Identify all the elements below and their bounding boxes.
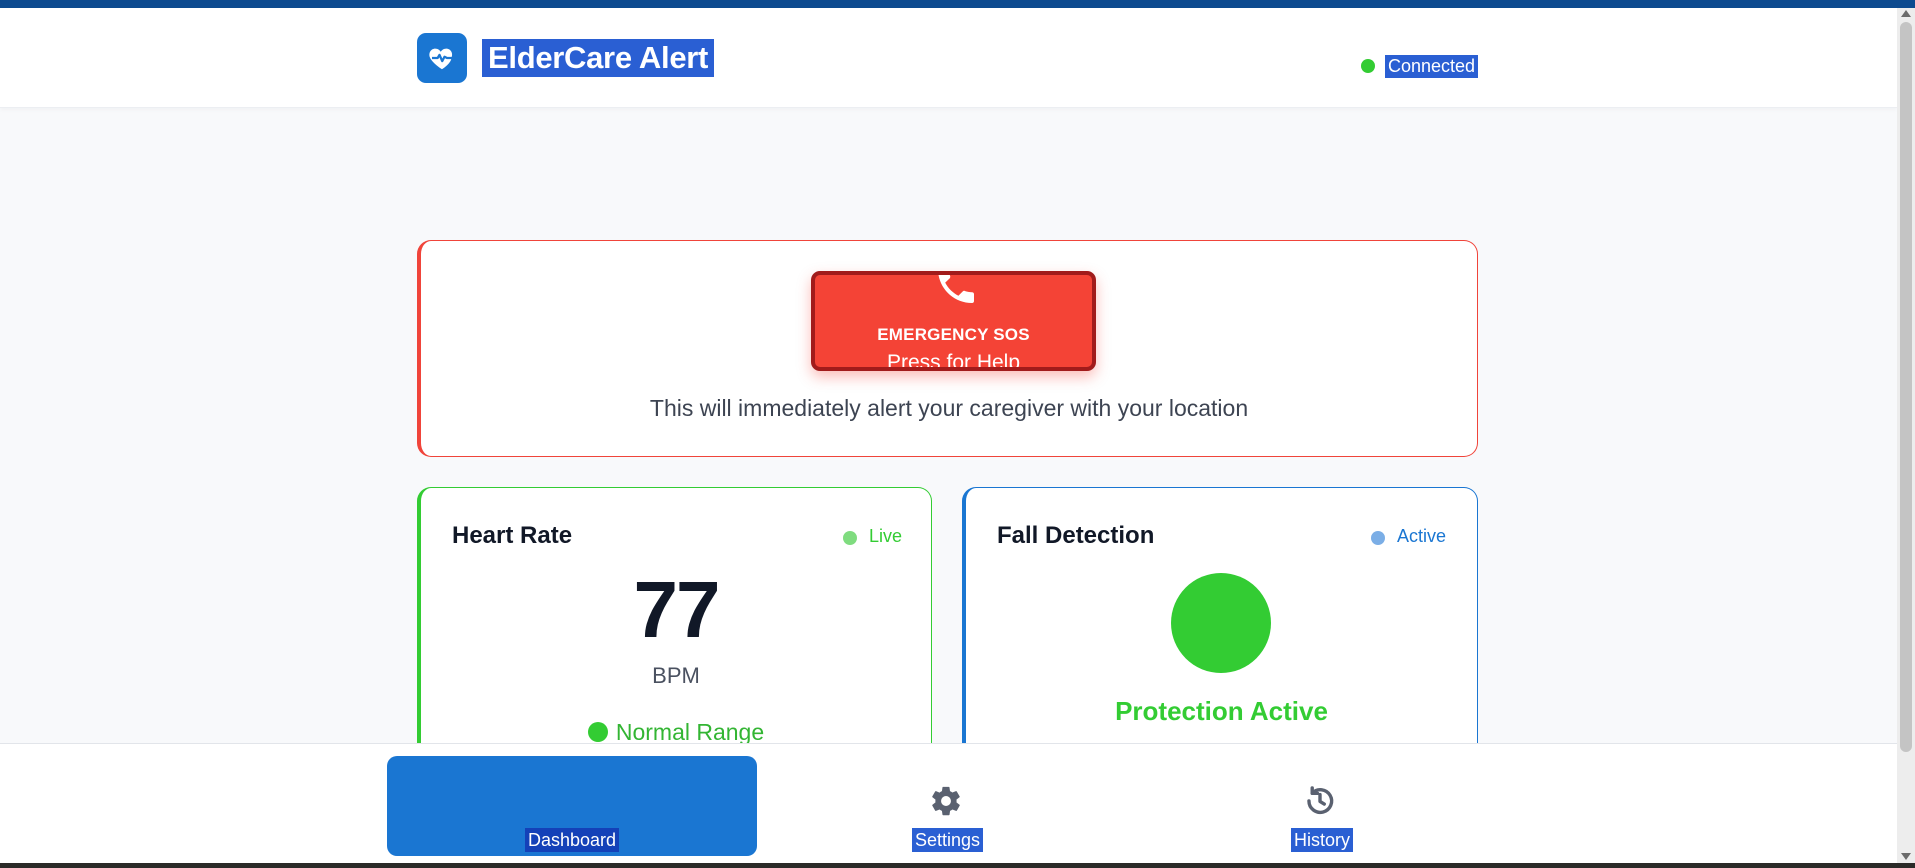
connection-indicator: [1361, 59, 1375, 73]
top-stripe: [0, 0, 1915, 8]
scroll-up-arrow[interactable]: [1901, 10, 1911, 17]
scroll-thumb[interactable]: [1900, 22, 1912, 752]
sos-sublabel: Press for Help: [886, 351, 1021, 371]
app-logo: [417, 33, 467, 83]
scroll-down-arrow[interactable]: [1901, 853, 1911, 860]
heart-rate-status: Live: [869, 526, 903, 546]
nav-dashboard-label: Dashboard: [525, 828, 620, 852]
sos-label: EMERGENCY SOS: [877, 325, 1030, 344]
heart-rate-card: Heart Rate Live 77 BPM Normal Range: [417, 487, 932, 757]
sos-description: This will immediately alert your caregiv…: [649, 395, 1249, 421]
heart-rate-title: Heart Rate: [452, 522, 573, 549]
fall-detection-card: Fall Detection Active Protection Active: [962, 487, 1478, 757]
active-indicator: [1371, 531, 1385, 545]
nav-history-label: History: [1291, 828, 1354, 852]
app-header: ElderCare Alert Connected: [0, 8, 1897, 108]
connection-status: Connected: [1385, 55, 1479, 78]
nav-settings[interactable]: Settings: [761, 756, 1131, 856]
heart-rate-value: 77: [633, 565, 721, 654]
nav-settings-label: Settings: [912, 828, 984, 852]
gear-icon: [932, 786, 960, 816]
history-icon: [1307, 786, 1334, 814]
fall-detection-status: Active: [1397, 526, 1447, 546]
protection-status-circle: [1171, 573, 1271, 673]
sos-card: EMERGENCY SOS Press for Help This will i…: [417, 240, 1478, 457]
range-label: Normal Range: [615, 719, 765, 745]
protection-status-text: Protection Active: [1115, 696, 1328, 726]
vertical-scrollbar[interactable]: [1897, 8, 1915, 863]
heart-rate-unit: BPM: [652, 663, 700, 688]
range-indicator: [587, 722, 608, 742]
fall-detection-title: Fall Detection: [997, 522, 1155, 549]
window-bottom-edge: [0, 863, 1915, 868]
nav-history[interactable]: History: [1136, 756, 1506, 856]
heart-rate-range: Normal Range: [421, 719, 931, 746]
emergency-sos-button[interactable]: EMERGENCY SOS Press for Help: [811, 271, 1096, 371]
bottom-navigation: Dashboard Settings History: [0, 743, 1897, 863]
app-title: ElderCare Alert: [482, 39, 715, 77]
nav-dashboard[interactable]: Dashboard: [387, 756, 757, 856]
heart-pulse-icon: [429, 48, 453, 70]
phone-icon: [938, 275, 974, 303]
live-indicator: [843, 531, 857, 545]
